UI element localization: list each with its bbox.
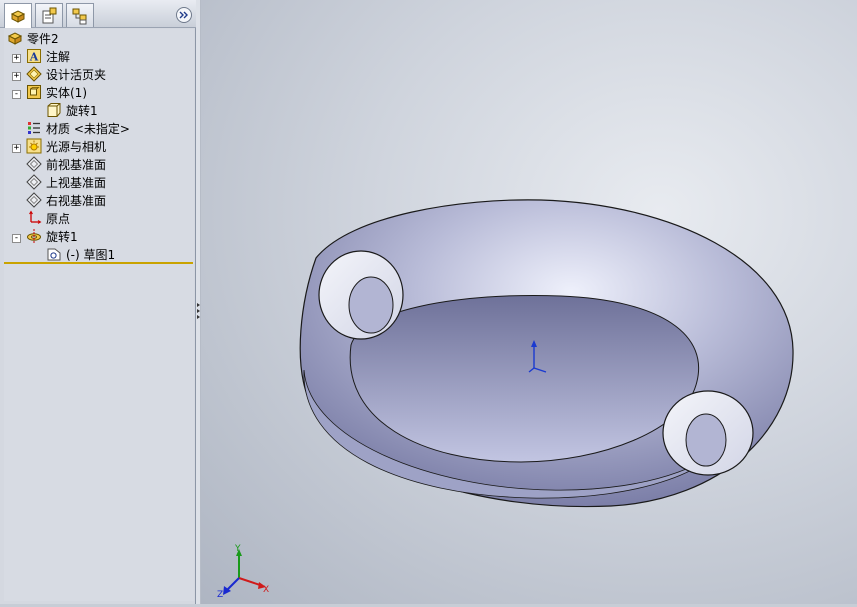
tree-item-label: 原点 [46,211,71,226]
feature-manager-icon [10,10,26,23]
tab-feature-manager[interactable] [4,3,32,28]
lights-camera-icon [26,138,42,154]
tree-item-revolve1[interactable]: 旋转1 [26,227,78,245]
tree-item-sketch1[interactable]: (-) 草图1 [46,245,115,263]
torus-model[interactable]: Y X Z [201,0,857,604]
right-cut-inner-tube [685,413,727,467]
feature-manager-panel: 零件2 + A 注解 + 设计活页夹 - 实体(1) 旋转1 材质 <未指定> … [0,0,196,604]
part-icon [7,32,23,45]
tree-item-top-plane[interactable]: 上视基准面 [26,173,106,191]
tree-item-label: 旋转1 [66,103,98,118]
body-icon [47,103,61,117]
y-axis-label: Y [234,544,241,554]
tree-item-solid-bodies[interactable]: 实体(1) [26,83,87,101]
tree-root-label: 零件2 [27,31,59,46]
z-axis-icon [226,577,240,591]
x-axis-label: X [263,585,269,595]
plane-icon [26,156,42,172]
tree-item-annotations[interactable]: A 注解 [26,47,70,65]
tree-item-label: 光源与相机 [46,139,107,154]
tree-item-label: 前视基准面 [46,157,107,172]
tree-item-front-plane[interactable]: 前视基准面 [26,155,106,173]
tab-configuration-manager[interactable] [66,3,94,27]
tree-item-label: 设计活页夹 [46,67,107,82]
tree-item-design-binder[interactable]: 设计活页夹 [26,65,106,83]
material-icon [28,122,40,134]
tree-item-label: 材质 <未指定> [46,121,130,136]
solid-bodies-icon [27,85,41,99]
tree-item-lights-cameras[interactable]: 光源与相机 [26,137,106,155]
svg-text:A: A [29,51,39,64]
tree-item-origin[interactable]: 原点 [26,209,70,227]
tree-item-label: 实体(1) [46,85,87,100]
expand-toggle[interactable]: + [12,72,21,81]
origin-icon [29,210,42,224]
z-axis-label: Z [217,590,223,600]
revolve-feature-icon [27,229,41,243]
rollback-bar[interactable] [4,262,193,264]
tree-item-body-revolve1[interactable]: 旋转1 [46,101,98,119]
sketch-icon [47,248,61,261]
configuration-manager-icon [72,8,87,24]
tree-item-label: (-) 草图1 [66,247,116,262]
tree-item-label: 上视基准面 [46,175,107,190]
property-manager-icon [42,7,57,23]
plane-icon [26,192,42,208]
solidworks-window: 零件2 + A 注解 + 设计活页夹 - 实体(1) 旋转1 材质 <未指定> … [0,0,857,604]
tree-item-material[interactable]: 材质 <未指定> [26,119,130,137]
tree-item-label: 右视基准面 [46,193,107,208]
tree-item-right-plane[interactable]: 右视基准面 [26,191,106,209]
manager-tab-bar [0,0,196,28]
axis-triad: Y X Z [217,544,269,600]
expand-toggle[interactable]: + [12,54,21,63]
tree-root-part[interactable]: 零件2 [7,29,59,47]
collapse-toggle[interactable]: - [12,234,21,243]
double-chevron-right-icon [179,11,188,19]
tab-property-manager[interactable] [35,3,63,27]
expand-toggle[interactable]: + [12,144,21,153]
tree-item-label: 注解 [46,49,71,64]
tree-item-label: 旋转1 [46,229,78,244]
plane-icon [26,174,42,190]
design-binder-icon [26,66,42,82]
graphics-viewport[interactable]: Y X Z [201,0,857,604]
annotation-icon: A [27,49,41,64]
left-cut-inner-tube [348,276,394,334]
feature-tree: 零件2 + A 注解 + 设计活页夹 - 实体(1) 旋转1 材质 <未指定> … [4,29,194,601]
expand-panel-button[interactable] [176,7,192,23]
collapse-toggle[interactable]: - [12,90,21,99]
